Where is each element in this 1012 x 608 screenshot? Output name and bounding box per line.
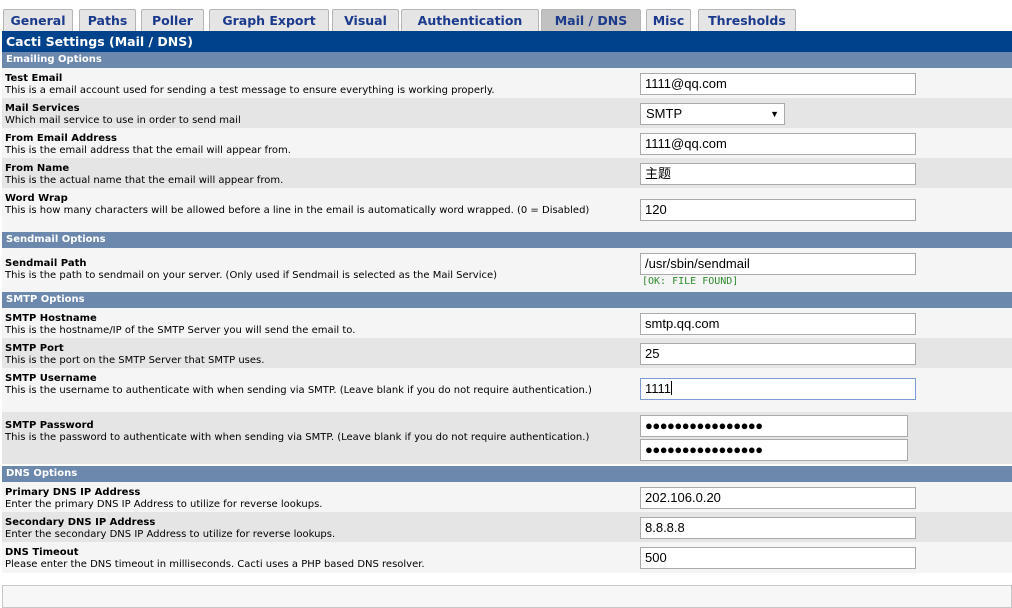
section-smtp-options: SMTP Options xyxy=(2,292,1012,308)
field-title: Primary DNS IP Address xyxy=(5,487,141,498)
field-description: This is how many characters will be allo… xyxy=(5,205,590,216)
row-smtp-username: SMTP Username This is the username to au… xyxy=(2,368,1012,412)
save-area-box xyxy=(2,585,1012,608)
mail-services-select[interactable]: SMTP ▼ xyxy=(640,103,785,125)
smtp-username-input[interactable]: 1111 xyxy=(640,378,916,400)
primary-dns-input[interactable]: 202.106.0.20 xyxy=(640,487,916,509)
tab-general[interactable]: General xyxy=(3,9,73,32)
tab-visual[interactable]: Visual xyxy=(332,9,399,32)
from-email-label: From Email Address This is the email add… xyxy=(5,133,605,157)
row-dns-timeout: DNS Timeout Please enter the DNS timeout… xyxy=(2,542,1012,573)
mail-services-selected-value: SMTP xyxy=(646,106,683,121)
row-secondary-dns: Secondary DNS IP Address Enter the secon… xyxy=(2,512,1012,542)
row-smtp-hostname: SMTP Hostname This is the hostname/IP of… xyxy=(2,308,1012,338)
tab-graph-export[interactable]: Graph Export xyxy=(209,9,329,32)
smtp-hostname-label: SMTP Hostname This is the hostname/IP of… xyxy=(5,313,605,337)
field-description: This is the actual name that the email w… xyxy=(5,175,284,186)
smtp-hostname-input[interactable]: smtp.qq.com xyxy=(640,313,916,335)
field-description: This is the email address that the email… xyxy=(5,145,291,156)
secondary-dns-input[interactable]: 8.8.8.8 xyxy=(640,517,916,539)
row-smtp-port: SMTP Port This is the port on the SMTP S… xyxy=(2,338,1012,368)
tab-paths[interactable]: Paths xyxy=(79,9,136,32)
tab-thresholds[interactable]: Thresholds xyxy=(698,9,796,32)
smtp-username-value: 1111 xyxy=(645,381,672,396)
field-title: SMTP Hostname xyxy=(5,313,97,324)
primary-dns-label: Primary DNS IP Address Enter the primary… xyxy=(5,487,605,511)
smtp-port-label: SMTP Port This is the port on the SMTP S… xyxy=(5,343,605,367)
secondary-dns-label: Secondary DNS IP Address Enter the secon… xyxy=(5,517,605,541)
field-description: Which mail service to use in order to se… xyxy=(5,115,241,126)
field-description: Enter the secondary DNS IP Address to ut… xyxy=(5,529,336,540)
field-title: Mail Services xyxy=(5,103,80,114)
field-description: This is the path to sendmail on your ser… xyxy=(5,270,498,281)
smtp-port-input[interactable]: 25 xyxy=(640,343,916,365)
from-name-label: From Name This is the actual name that t… xyxy=(5,163,605,187)
sendmail-path-input[interactable]: /usr/sbin/sendmail xyxy=(640,253,916,275)
field-description: Enter the primary DNS IP Address to util… xyxy=(5,499,323,510)
row-test-email: Test Email This is a email account used … xyxy=(2,68,1012,98)
tab-misc[interactable]: Misc xyxy=(646,9,691,32)
from-email-input[interactable]: 1111@qq.com xyxy=(640,133,916,155)
field-title: From Email Address xyxy=(5,133,117,144)
field-title: SMTP Port xyxy=(5,343,64,354)
tab-mail-dns[interactable]: Mail / DNS xyxy=(541,9,641,32)
sendmail-path-label: Sendmail Path This is the path to sendma… xyxy=(5,258,605,282)
row-sendmail-path: Sendmail Path This is the path to sendma… xyxy=(2,248,1012,292)
smtp-password-confirm-input[interactable]: ●●●●●●●●●●●●●●●● xyxy=(640,439,908,461)
section-dns-options: DNS Options xyxy=(2,466,1012,482)
field-description: This is the port on the SMTP Server that… xyxy=(5,355,265,366)
field-title: DNS Timeout xyxy=(5,547,79,558)
field-description: This is the hostname/IP of the SMTP Serv… xyxy=(5,325,356,336)
mail-services-label: Mail Services Which mail service to use … xyxy=(5,103,605,127)
tab-authentication[interactable]: Authentication xyxy=(401,9,539,32)
field-title: Test Email xyxy=(5,73,63,84)
tab-poller[interactable]: Poller xyxy=(141,9,204,32)
row-mail-services: Mail Services Which mail service to use … xyxy=(2,98,1012,128)
file-found-status: [OK: FILE FOUND] xyxy=(642,276,739,287)
row-from-name: From Name This is the actual name that t… xyxy=(2,158,1012,188)
test-email-label: Test Email This is a email account used … xyxy=(5,73,605,97)
word-wrap-label: Word Wrap This is how many characters wi… xyxy=(5,193,605,217)
settings-tab-bar: General Paths Poller Graph Export Visual… xyxy=(3,9,1012,32)
row-from-email: From Email Address This is the email add… xyxy=(2,128,1012,158)
section-emailing-options: Emailing Options xyxy=(2,52,1012,68)
page-title: Cacti Settings (Mail / DNS) xyxy=(2,31,1012,52)
field-title: Word Wrap xyxy=(5,193,68,204)
smtp-password-label: SMTP Password This is the password to au… xyxy=(5,420,605,444)
field-description: This is a email account used for sending… xyxy=(5,85,495,96)
from-name-input[interactable]: 主题 xyxy=(640,163,916,185)
field-title: From Name xyxy=(5,163,70,174)
field-title: SMTP Password xyxy=(5,420,94,431)
row-word-wrap: Word Wrap This is how many characters wi… xyxy=(2,188,1012,232)
dropdown-arrow-icon: ▼ xyxy=(770,109,779,119)
field-title: SMTP Username xyxy=(5,373,97,384)
row-smtp-password: SMTP Password This is the password to au… xyxy=(2,412,1012,464)
text-caret xyxy=(671,381,673,395)
field-description: Please enter the DNS timeout in millisec… xyxy=(5,559,425,570)
smtp-username-label: SMTP Username This is the username to au… xyxy=(5,373,605,397)
field-title: Secondary DNS IP Address xyxy=(5,517,156,528)
smtp-password-input[interactable]: ●●●●●●●●●●●●●●●● xyxy=(640,415,908,437)
section-sendmail-options: Sendmail Options xyxy=(2,232,1012,248)
test-email-input[interactable]: 1111@qq.com xyxy=(640,73,916,95)
field-description: This is the password to authenticate wit… xyxy=(5,432,590,443)
field-description: This is the username to authenticate wit… xyxy=(5,385,592,396)
dns-timeout-label: DNS Timeout Please enter the DNS timeout… xyxy=(5,547,605,571)
word-wrap-input[interactable]: 120 xyxy=(640,199,916,221)
dns-timeout-input[interactable]: 500 xyxy=(640,547,916,569)
field-title: Sendmail Path xyxy=(5,258,87,269)
row-primary-dns: Primary DNS IP Address Enter the primary… xyxy=(2,482,1012,512)
